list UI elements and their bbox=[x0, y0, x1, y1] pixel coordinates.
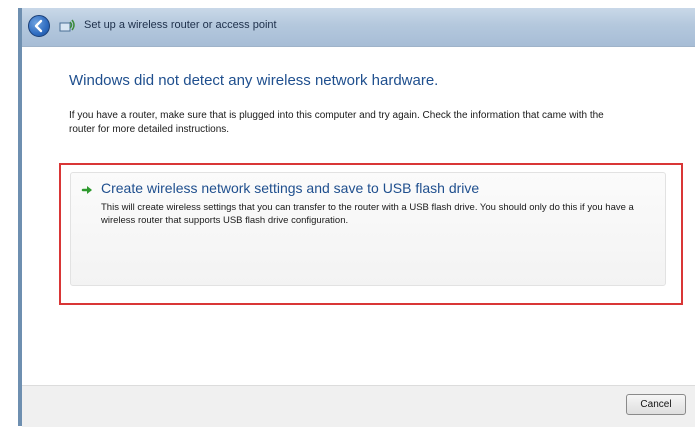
cancel-button[interactable]: Cancel bbox=[626, 394, 686, 415]
wizard-window: Set up a wireless router or access point… bbox=[18, 8, 695, 427]
page-heading: Windows did not detect any wireless netw… bbox=[69, 72, 439, 89]
wizard-content: Windows did not detect any wireless netw… bbox=[22, 47, 695, 385]
network-wizard-icon bbox=[58, 17, 76, 35]
title-bar: Set up a wireless router or access point bbox=[22, 8, 695, 47]
button-bar: Cancel bbox=[22, 385, 695, 427]
info-text: If you have a router, make sure that is … bbox=[69, 110, 604, 135]
option-title: Create wireless network settings and sav… bbox=[101, 180, 480, 196]
option-description: This will create wireless settings that … bbox=[101, 202, 634, 226]
create-usb-settings-option[interactable]: Create wireless network settings and sav… bbox=[70, 172, 666, 286]
window-title: Set up a wireless router or access point bbox=[84, 19, 277, 31]
back-arrow-icon[interactable] bbox=[28, 15, 50, 37]
green-arrow-icon bbox=[81, 183, 95, 197]
highlight-outline: Create wireless network settings and sav… bbox=[59, 163, 683, 305]
